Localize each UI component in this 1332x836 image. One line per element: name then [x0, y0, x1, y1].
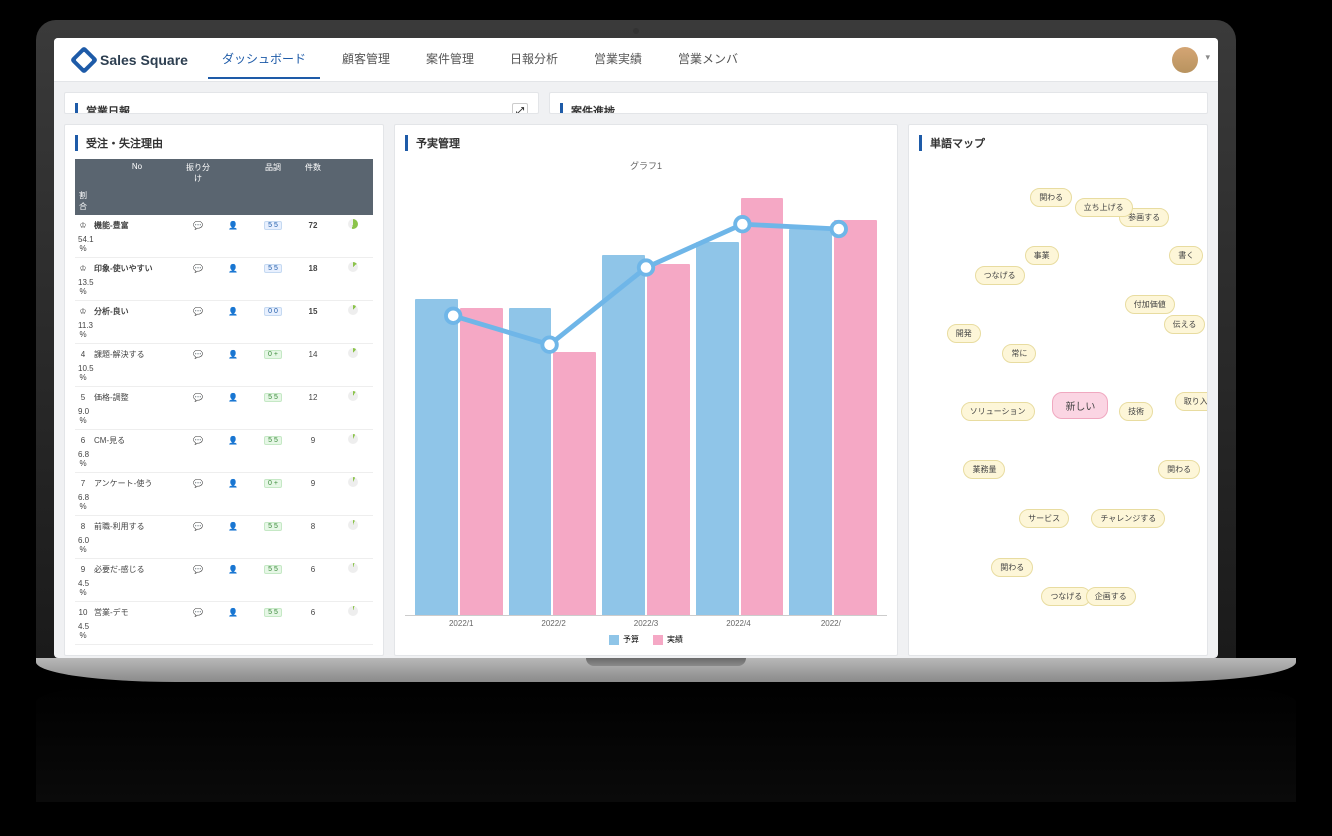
wordmap-node[interactable]: 書く	[1169, 246, 1203, 265]
bar-group	[789, 176, 877, 615]
bar-group	[415, 176, 503, 615]
reason-row[interactable]: 10営業-デモ💬👤5 564.5 %	[75, 602, 373, 645]
reason-row[interactable]: 6CM-見る💬👤5 596.8 %	[75, 430, 373, 473]
sales-report-card: 営業日報 ⤢ No営業メンバフェーズ商談日商談先お客さまのコメント 1堀川静子新…	[64, 92, 539, 114]
wordmap-node[interactable]: 常に	[1002, 344, 1036, 363]
reason-row[interactable]: ♔機能-豊富💬👤5 57254.1 %	[75, 215, 373, 258]
wordmap-node[interactable]: ソリューション	[961, 402, 1035, 421]
budget-card: 予実管理 グラフ1 2022/12022/22022/32022/42022/ …	[394, 124, 898, 656]
wordmap-node[interactable]: 付加価値	[1125, 295, 1175, 314]
logo-icon	[70, 45, 98, 73]
wordmap-node[interactable]: 事業	[1025, 246, 1059, 265]
reason-row[interactable]: ♔印象-使いやすい💬👤5 51813.5 %	[75, 258, 373, 301]
budget-chart: グラフ1 2022/12022/22022/32022/42022/ 予算実績	[405, 159, 887, 645]
wordmap-node[interactable]: 関わる	[1158, 460, 1200, 479]
reason-row[interactable]: 8前職-利用する💬👤5 586.0 %	[75, 516, 373, 559]
reason-row[interactable]: ♔分析-良い💬👤0 01511.3 %	[75, 301, 373, 344]
reason-row[interactable]: 9必要だ-感じる💬👤5 564.5 %	[75, 559, 373, 602]
nav-tab-0[interactable]: ダッシュボード	[208, 40, 320, 79]
bar-group	[696, 176, 784, 615]
reason-row[interactable]: 7アンケート-使う💬👤0 +96.8 %	[75, 473, 373, 516]
wordmap-canvas: 新しい事業常にソリューションサービスチャレンジする技術付加価値伝える参画する立ち…	[919, 159, 1197, 645]
wordmap-node[interactable]: 立ち上げる	[1075, 198, 1133, 217]
app-name: Sales Square	[100, 52, 188, 68]
reason-row[interactable]: 5価格-調整💬👤5 5129.0 %	[75, 387, 373, 430]
wordmap-node[interactable]: 技術	[1119, 402, 1153, 421]
top-navigation: Sales Square ダッシュボード顧客管理案件管理日報分析営業実績営業メン…	[54, 38, 1218, 82]
expand-icon[interactable]: ⤢	[512, 103, 528, 114]
wordmap-node[interactable]: つなげる	[1041, 587, 1091, 606]
wordmap-node[interactable]: チャレンジする	[1091, 509, 1165, 528]
wordmap-node[interactable]: 開発	[947, 324, 981, 343]
bar-group	[602, 176, 690, 615]
nav-tabs: ダッシュボード顧客管理案件管理日報分析営業実績営業メンバ	[208, 40, 752, 79]
wordmap-center[interactable]: 新しい	[1052, 392, 1108, 419]
progress-card: 案件進捗 ペンディングアポ獲得初回訪問要件整理解決策の提案意思決定者の合意稟議決…	[549, 92, 1208, 114]
wordmap-node[interactable]: 関わる	[1030, 188, 1072, 207]
nav-tab-2[interactable]: 案件管理	[412, 40, 488, 79]
wordmap-node[interactable]: つなげる	[975, 266, 1025, 285]
wordmap-card: 単語マップ 新しい 事業常にソリューションサービス チャレンジする 技術 付加価値伝える…	[908, 124, 1208, 656]
card-title: 案件進捗	[571, 103, 615, 114]
card-title: 予実管理	[416, 135, 460, 151]
wordmap-node[interactable]: 伝える	[1164, 315, 1206, 334]
nav-tab-5[interactable]: 営業メンバ	[664, 40, 752, 79]
wordmap-node[interactable]: 企画する	[1086, 587, 1136, 606]
chart-subtitle: グラフ1	[405, 159, 887, 172]
wordmap-node[interactable]: 関わる	[991, 558, 1033, 577]
nav-tab-1[interactable]: 顧客管理	[328, 40, 404, 79]
card-title: 受注・失注理由	[86, 135, 163, 151]
wordmap-node[interactable]: 取り入れる	[1175, 392, 1208, 411]
bar-group	[509, 176, 597, 615]
card-title: 営業日報	[86, 103, 130, 114]
nav-tab-4[interactable]: 営業実績	[580, 40, 656, 79]
app-logo[interactable]: Sales Square	[74, 50, 188, 70]
wordmap-node[interactable]: 業務量	[963, 460, 1005, 479]
reasons-card: 受注・失注理由 No振り分け品調件数割合 ♔機能-豊富💬👤5 57254.1 %…	[64, 124, 384, 656]
reasons-table: No振り分け品調件数割合 ♔機能-豊富💬👤5 57254.1 %♔印象-使いやす…	[75, 159, 373, 645]
wordmap-node[interactable]: サービス	[1019, 509, 1069, 528]
card-title: 単語マップ	[930, 135, 985, 151]
reason-row[interactable]: 4課題-解決する💬👤0 +1410.5 %	[75, 344, 373, 387]
user-avatar[interactable]	[1172, 47, 1198, 73]
nav-tab-3[interactable]: 日報分析	[496, 40, 572, 79]
